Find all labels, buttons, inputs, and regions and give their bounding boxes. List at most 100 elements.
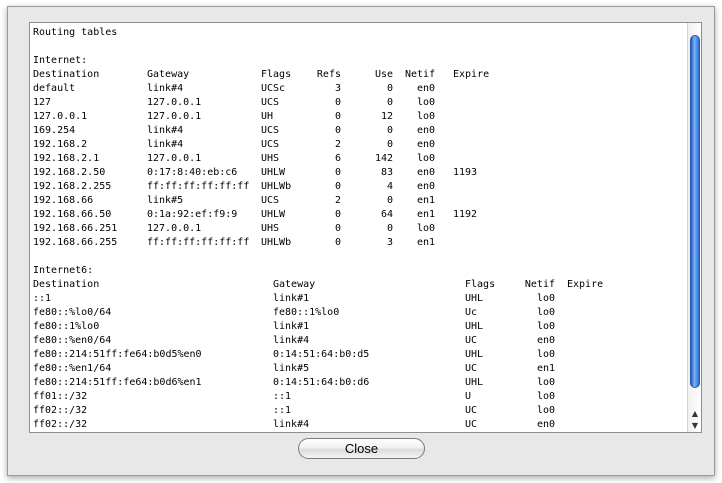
output-title: Routing tables bbox=[33, 27, 118, 38]
ipv6-cell-netif: lo0 bbox=[536, 293, 555, 304]
ipv4-route-row: 169.254 link#4 UCS 0 0 en0 bbox=[33, 124, 685, 138]
ipv6-cell-destination: fe80::214:51ff:fe64:b0d6%en1 bbox=[33, 377, 202, 388]
ipv4-header-expire: Expire bbox=[453, 69, 490, 80]
ipv6-cell-gateway: link#4 bbox=[273, 419, 310, 430]
ipv4-cell-netif: en1 bbox=[416, 209, 435, 220]
ipv6-header-row: Destination Gateway Flags Netif Expire bbox=[33, 278, 685, 292]
ipv4-cell-flags: UHLWb bbox=[261, 237, 292, 248]
ipv4-route-row: 192.168.2 link#4 UCS 2 0 en0 bbox=[33, 138, 685, 152]
ipv6-route-row: fe80::214:51ff:fe64:b0d5%en0 0:14:51:64:b… bbox=[33, 348, 685, 362]
ipv6-cell-netif: en0 bbox=[536, 419, 555, 430]
ipv4-section-label: Internet: bbox=[33, 55, 88, 66]
ipv4-cell-gateway: ff:ff:ff:ff:ff:ff bbox=[147, 181, 250, 192]
ipv4-cell-gateway: 127.0.0.1 bbox=[147, 153, 202, 164]
ipv4-cell-netif: lo0 bbox=[416, 97, 435, 108]
ipv4-header-use: Use bbox=[374, 69, 393, 80]
ipv4-route-row: 192.168.66 link#5 UCS 2 0 en1 bbox=[33, 194, 685, 208]
ipv4-cell-use: 0 bbox=[386, 195, 393, 206]
ipv4-cell-refs: 0 bbox=[334, 97, 341, 108]
close-button[interactable]: Close bbox=[298, 438, 425, 459]
down-arrow-icon[interactable]: ▼ bbox=[688, 420, 701, 432]
ipv6-cell-flags: UHL bbox=[465, 321, 484, 332]
ipv6-cell-gateway: fe80::1%lo0 bbox=[273, 307, 340, 318]
ipv4-cell-use: 0 bbox=[386, 97, 393, 108]
ipv4-route-row: default link#4 UCSc 3 0 en0 bbox=[33, 82, 685, 96]
ipv4-cell-destination: 169.254 bbox=[33, 125, 76, 136]
ipv4-cell-flags: UHLW bbox=[261, 167, 286, 178]
ipv4-route-row: 192.168.2.50 0:17:8:40:eb:c6 UHLW 0 83 en0 119… bbox=[33, 166, 685, 180]
ipv4-cell-use: 83 bbox=[380, 167, 393, 178]
ipv4-header-netif: Netif bbox=[405, 69, 436, 80]
ipv4-cell-gateway: 0:1a:92:ef:f9:9 bbox=[147, 209, 238, 220]
ipv4-cell-refs: 2 bbox=[334, 139, 341, 150]
ipv4-header-row: Destination Gateway Flags Refs Use Netif… bbox=[33, 68, 685, 82]
ipv4-cell-refs: 0 bbox=[334, 111, 341, 122]
ipv4-cell-gateway: link#4 bbox=[147, 125, 184, 136]
vertical-scrollbar[interactable]: ▲ ▼ bbox=[687, 23, 701, 432]
ipv4-cell-flags: UHS bbox=[261, 153, 280, 164]
ipv4-cell-destination: 192.168.66.50 bbox=[33, 209, 112, 220]
ipv4-cell-use: 0 bbox=[386, 125, 393, 136]
scrollbar-thumb[interactable] bbox=[690, 35, 700, 388]
ipv4-cell-use: 0 bbox=[386, 139, 393, 150]
ipv4-cell-use: 12 bbox=[380, 111, 393, 122]
ipv4-cell-refs: 0 bbox=[334, 223, 341, 234]
ipv4-cell-gateway: link#5 bbox=[147, 195, 184, 206]
ipv6-header-flags: Flags bbox=[465, 279, 496, 290]
ipv6-route-row: ff02::/32 link#4 UC en0 bbox=[33, 418, 685, 432]
ipv4-cell-use: 64 bbox=[380, 209, 393, 220]
ipv6-cell-destination: ff01::/32 bbox=[33, 391, 88, 402]
ipv6-cell-gateway: 0:14:51:64:b0:d6 bbox=[273, 377, 370, 388]
ipv4-cell-destination: 192.168.66 bbox=[33, 195, 94, 206]
ipv4-cell-netif: lo0 bbox=[416, 223, 435, 234]
ipv4-header-flags: Flags bbox=[261, 69, 292, 80]
ipv6-header-netif: Netif bbox=[524, 279, 555, 290]
ipv4-cell-refs: 2 bbox=[334, 195, 341, 206]
ipv6-cell-gateway: link#1 bbox=[273, 293, 310, 304]
ipv6-cell-netif: lo0 bbox=[536, 349, 555, 360]
ipv4-cell-use: 142 bbox=[374, 153, 393, 164]
ipv6-table: ::1 link#1 UHL lo0 fe80::%lo0/64 fe80::1%lo0 U… bbox=[33, 292, 685, 432]
ipv6-cell-destination: fe80::1%lo0 bbox=[33, 321, 100, 332]
ipv4-route-row: 192.168.2.1 127.0.0.1 UHS 6 142 lo0 bbox=[33, 152, 685, 166]
up-arrow-icon[interactable]: ▲ bbox=[688, 408, 701, 420]
ipv6-route-row: ff01::/32::1 Ulo0 bbox=[33, 390, 685, 404]
ipv4-cell-refs: 3 bbox=[334, 83, 341, 94]
ipv4-cell-netif: en0 bbox=[416, 139, 435, 150]
ipv4-cell-netif: en0 bbox=[416, 181, 435, 192]
ipv6-header-gateway: Gateway bbox=[273, 279, 316, 290]
ipv6-cell-destination: ff02::/32 bbox=[33, 419, 88, 430]
ipv4-cell-expire: 1193 bbox=[453, 167, 478, 178]
ipv6-route-row: fe80::1%lo0 link#1 UHL lo0 bbox=[33, 320, 685, 334]
ipv4-cell-use: 0 bbox=[386, 83, 393, 94]
ipv6-cell-flags: UHL bbox=[465, 377, 484, 388]
routing-output-panel[interactable]: Routing tables Internet: Destination Gat… bbox=[29, 22, 702, 433]
ipv6-cell-destination: fe80::%en1/64 bbox=[33, 363, 112, 374]
ipv4-cell-flags: UCSc bbox=[261, 83, 286, 94]
ipv6-header-destination: Destination bbox=[33, 279, 100, 290]
ipv4-route-row: 192.168.2.255 ff:ff:ff:ff:ff:ff UHLWb 0 4 en0 bbox=[33, 180, 685, 194]
ipv4-header-destination: Destination bbox=[33, 69, 100, 80]
ipv4-route-row: 127 127.0.0.1 UCS 0 0 lo0 bbox=[33, 96, 685, 110]
ipv4-cell-netif: en0 bbox=[416, 125, 435, 136]
ipv6-cell-flags: UC bbox=[465, 405, 478, 416]
ipv4-header-refs: Refs bbox=[316, 69, 341, 80]
ipv4-cell-gateway: 0:17:8:40:eb:c6 bbox=[147, 167, 238, 178]
ipv4-cell-flags: UCS bbox=[261, 139, 280, 150]
ipv6-cell-destination: fe80::214:51ff:fe64:b0d5%en0 bbox=[33, 349, 202, 360]
ipv4-cell-use: 3 bbox=[386, 237, 393, 248]
ipv6-cell-gateway: ::1 bbox=[273, 405, 292, 416]
ipv4-cell-flags: UHS bbox=[261, 223, 280, 234]
ipv4-cell-destination: default bbox=[33, 83, 76, 94]
ipv6-cell-gateway: ::1 bbox=[273, 391, 292, 402]
ipv6-route-row: fe80::%lo0/64 fe80::1%lo0 Uc lo0 bbox=[33, 306, 685, 320]
ipv4-cell-destination: 192.168.66.255 bbox=[33, 237, 118, 248]
ipv4-cell-destination: 127 bbox=[33, 97, 52, 108]
ipv6-route-row: fe80::%en1/64 link#5 UC en1 bbox=[33, 362, 685, 376]
ipv4-cell-netif: lo0 bbox=[416, 153, 435, 164]
ipv4-cell-refs: 0 bbox=[334, 209, 341, 220]
ipv4-route-row: 192.168.66.251 127.0.0.1 UHS 0 0 lo0 bbox=[33, 222, 685, 236]
ipv4-cell-flags: UCS bbox=[261, 125, 280, 136]
ipv6-cell-netif: en1 bbox=[536, 363, 555, 374]
